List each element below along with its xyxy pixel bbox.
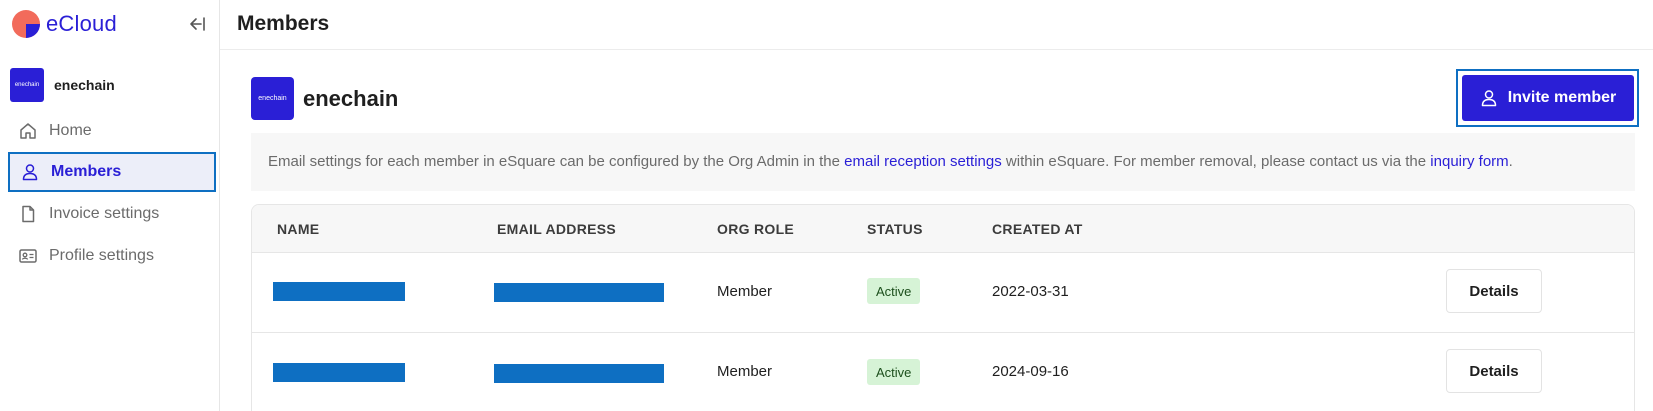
sidebar-org[interactable]: enechain enechain	[10, 68, 115, 102]
brand-name: eCloud	[46, 11, 117, 36]
id-card-icon	[18, 246, 38, 266]
top-bar: Members	[220, 0, 1653, 50]
email-settings-notice: Email settings for each member in eSquar…	[251, 133, 1635, 191]
redacted-name	[273, 363, 405, 382]
details-button[interactable]: Details	[1446, 349, 1542, 393]
brand-logo[interactable]: eCloud	[12, 10, 117, 38]
members-table: NAME EMAIL ADDRESS ORG ROLE STATUS CREAT…	[251, 204, 1635, 411]
collapse-left-icon	[190, 17, 205, 31]
page-title: Members	[237, 12, 330, 35]
redacted-email	[494, 364, 664, 383]
notice-text: .	[1508, 153, 1513, 170]
org-name: enechain	[303, 85, 399, 111]
column-header-created-at: CREATED AT	[992, 221, 1083, 237]
column-header-email: EMAIL ADDRESS	[497, 221, 617, 237]
sidebar-item-label: Invoice settings	[49, 205, 160, 222]
table-row: Member Active 2024-09-16 Details	[252, 333, 1634, 411]
email-reception-settings-link[interactable]: email reception settings	[844, 153, 1002, 170]
sidebar-item-invoice-settings[interactable]: Invoice settings	[8, 194, 216, 234]
invite-member-focus-ring: Invite member	[1456, 69, 1639, 127]
details-button[interactable]: Details	[1446, 269, 1542, 313]
user-icon	[20, 162, 40, 182]
collapse-sidebar-button[interactable]	[186, 14, 208, 34]
invite-member-label: Invite member	[1507, 89, 1617, 106]
home-icon	[18, 121, 38, 141]
sidebar-item-label: Profile settings	[49, 247, 154, 264]
sidebar-item-profile-settings[interactable]: Profile settings	[8, 236, 216, 276]
invite-member-button[interactable]: Invite member	[1461, 75, 1634, 121]
created-at-cell: 2024-09-16	[992, 363, 1069, 380]
document-icon	[18, 204, 38, 224]
sidebar-org-name: enechain	[54, 77, 115, 93]
redacted-email	[494, 283, 664, 302]
sidebar: eCloud enechain enechain Home Members In…	[0, 0, 220, 411]
created-at-cell: 2022-03-31	[992, 283, 1069, 300]
org-role-cell: Member	[717, 363, 773, 380]
org-role-cell: Member	[717, 283, 773, 300]
user-icon	[1479, 88, 1499, 108]
column-header-org-role: ORG ROLE	[717, 221, 795, 237]
column-header-name: NAME	[277, 221, 320, 237]
org-header: enechain enechain	[251, 77, 398, 120]
redacted-name	[273, 282, 405, 301]
brand-mark-icon	[12, 10, 40, 38]
sidebar-item-home[interactable]: Home	[8, 111, 216, 151]
sidebar-item-members[interactable]: Members	[8, 152, 216, 192]
org-logo: enechain	[251, 77, 294, 120]
notice-text: within eSquare. For member removal, plea…	[1001, 153, 1431, 170]
table-header: NAME EMAIL ADDRESS ORG ROLE STATUS CREAT…	[252, 205, 1634, 253]
sidebar-item-label: Members	[51, 163, 122, 180]
sidebar-item-label: Home	[49, 122, 92, 139]
inquiry-form-link[interactable]: inquiry form	[1430, 153, 1508, 170]
status-badge: Active	[867, 278, 921, 304]
status-badge: Active	[867, 359, 921, 385]
column-header-status: STATUS	[867, 221, 923, 237]
table-row: Member Active 2022-03-31 Details	[252, 253, 1634, 333]
org-logo: enechain	[10, 68, 44, 102]
notice-text: Email settings for each member in eSquar…	[268, 153, 845, 170]
